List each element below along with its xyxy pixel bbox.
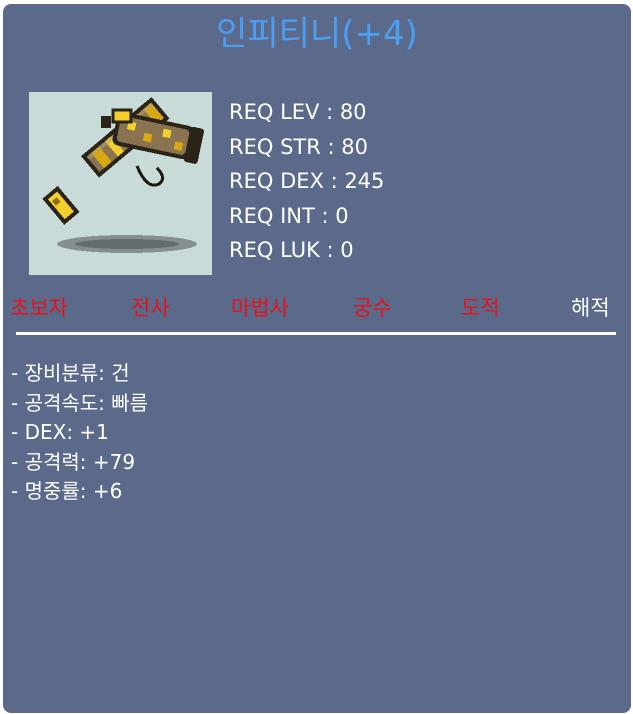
item-icon-box xyxy=(29,92,212,275)
stat-dex: - DEX: +1 xyxy=(11,420,109,444)
job-warrior: 전사 xyxy=(131,296,170,320)
job-archer: 궁수 xyxy=(353,296,392,320)
job-list: 초보자 전사 마법사 궁수 도적 해적 xyxy=(3,292,631,328)
req-luk: REQ LUK : 0 xyxy=(229,238,354,262)
req-level: REQ LEV : 80 xyxy=(229,100,367,124)
item-name: 인피티니(+4) xyxy=(216,14,418,54)
stat-attack-speed: - 공격속도: 빠름 xyxy=(11,390,149,415)
job-thief: 도적 xyxy=(461,296,500,320)
job-magician: 마법사 xyxy=(231,296,289,320)
stat-attack: - 공격력: +79 xyxy=(11,449,136,474)
req-int: REQ INT : 0 xyxy=(229,203,349,228)
stat-category: - 장비분류: 건 xyxy=(11,361,130,385)
job-beginner: 초보자 xyxy=(10,296,68,320)
stat-list: - 장비분류: 건 - 공격속도: 빠름 - DEX: +1 - 공격력: +7… xyxy=(11,359,148,507)
req-str: REQ STR : 80 xyxy=(229,134,368,159)
item-tooltip-panel: 인피티니(+4) REQ LEV: 80 REQ STR: 80 REQ D… xyxy=(3,4,631,713)
stat-accuracy: - 명중률: +6 xyxy=(11,479,123,503)
req-dex: REQ DEX : 245 xyxy=(229,169,385,193)
golden-pistol-icon xyxy=(42,97,204,253)
job-pirate: 해적 xyxy=(571,296,610,320)
requirement-list: REQ LEV : 80 REQ STR : 80 REQ DEX : 245 … xyxy=(229,95,384,268)
section-divider xyxy=(16,332,616,335)
